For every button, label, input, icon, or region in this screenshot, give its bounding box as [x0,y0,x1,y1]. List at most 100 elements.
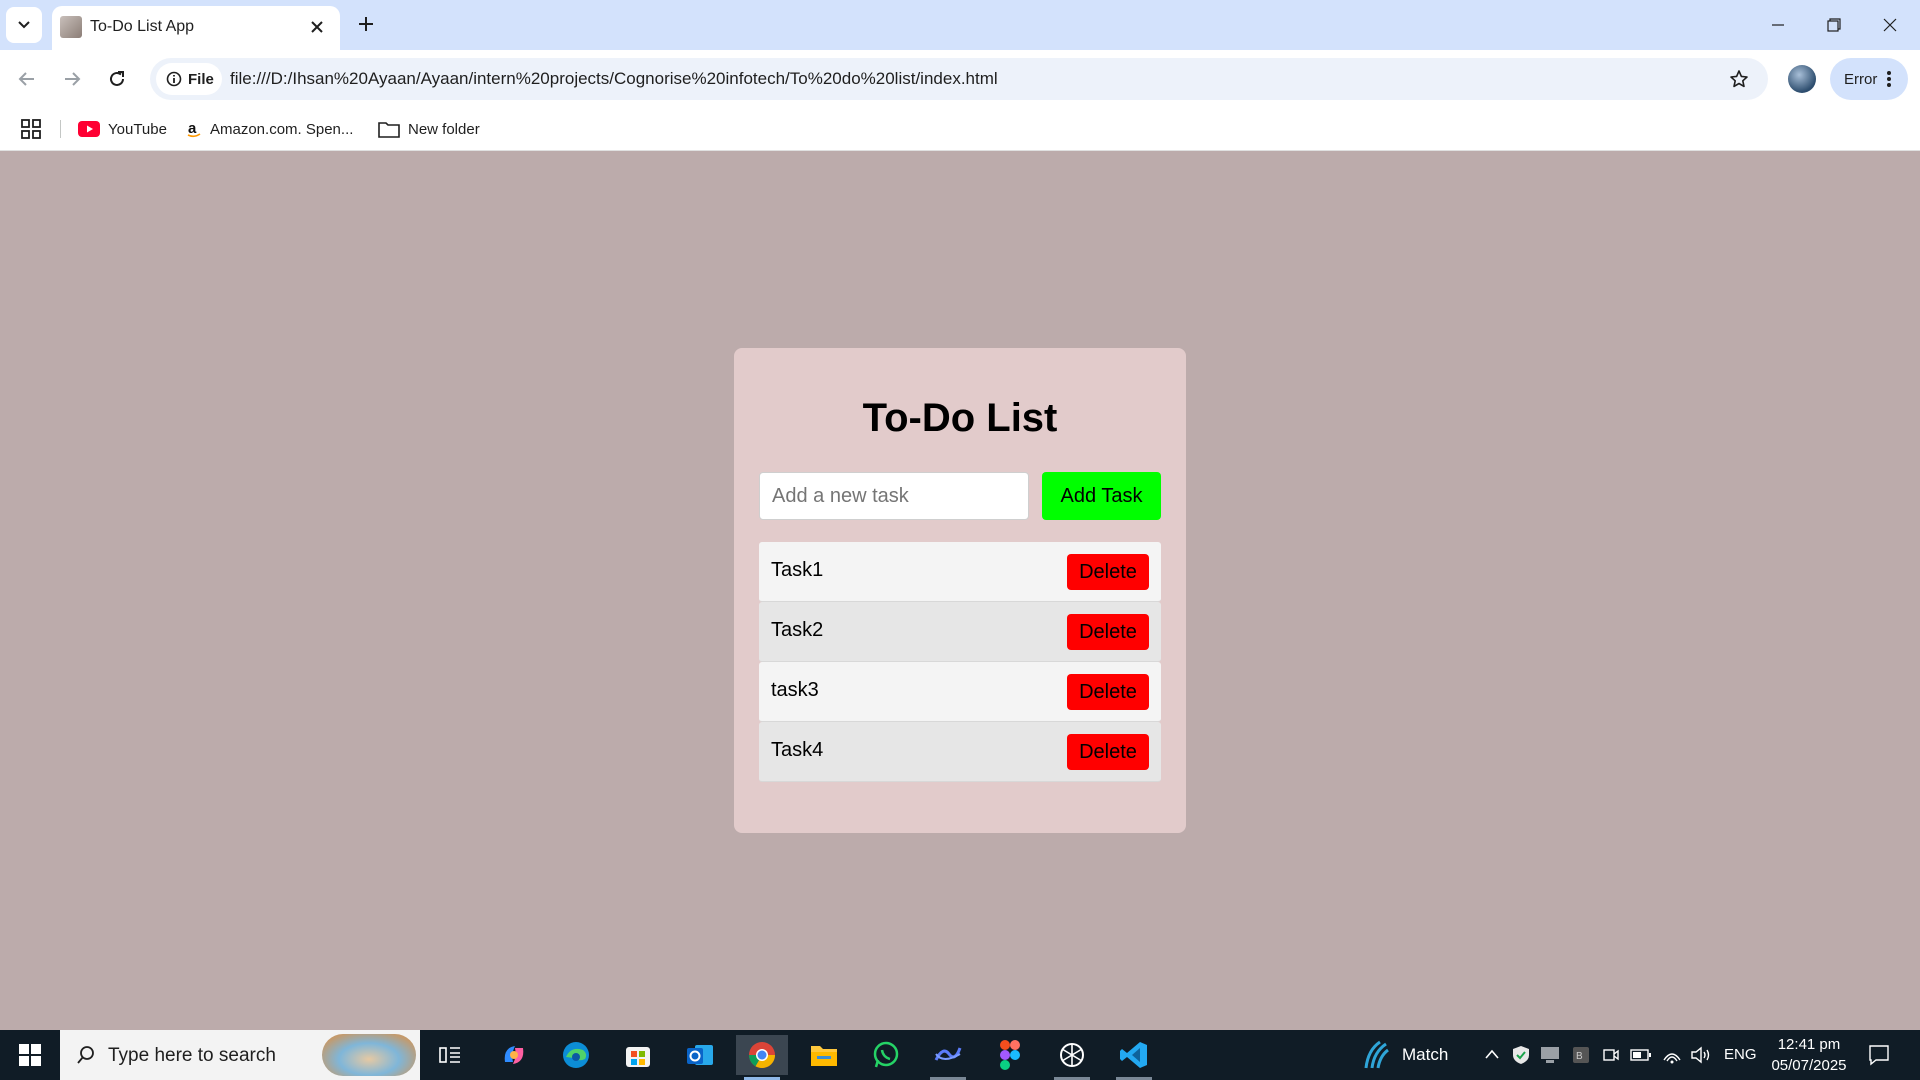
store-icon [626,1047,650,1067]
youtube-icon [78,121,100,137]
reload-button[interactable] [100,62,134,96]
arrow-right-icon [65,72,81,86]
task-item: Task4 Delete [759,722,1161,782]
browser-tab[interactable]: To-Do List App [52,6,340,50]
notifications-icon[interactable] [1868,1044,1890,1066]
clock[interactable]: 12:41 pm 05/07/2025 [1766,1034,1852,1076]
todo-card: To-Do List Add Task Task1 Delete Task2 D… [734,348,1186,833]
figma-app[interactable] [984,1035,1036,1075]
taskbar-search[interactable]: Type here to search [60,1030,420,1080]
chevron-up-icon[interactable] [1484,1048,1500,1060]
search-highlight-image [322,1034,416,1076]
clock-date: 05/07/2025 [1771,1057,1847,1074]
bookmark-star-button[interactable] [1724,64,1754,94]
task-item: Task2 Delete [759,602,1161,662]
delete-task-button[interactable]: Delete [1067,614,1149,650]
file-explorer-app[interactable] [798,1035,850,1075]
chatgpt-app[interactable] [1046,1035,1098,1080]
tab-search-button[interactable] [6,7,42,43]
arrow-left-icon [18,72,34,86]
profile-avatar[interactable] [1788,65,1816,93]
figma-icon [1000,1040,1020,1070]
vscode-app[interactable] [1108,1035,1160,1080]
copilot-app[interactable] [488,1035,540,1075]
page-favicon-icon [60,16,82,38]
language-indicator[interactable]: ENG [1724,1046,1757,1063]
browser-toolbar: File file:///D:/Ihsan%20Ayaan/Ayaan/inte… [0,50,1920,108]
new-tab-button[interactable] [350,8,382,40]
display-icon[interactable] [1540,1046,1560,1064]
more-vert-icon [1887,71,1892,87]
site-info-chip[interactable]: File [156,63,222,95]
bookmark-amazon[interactable]: a Amazon.com. Spen... [186,116,353,142]
delete-task-button[interactable]: Delete [1067,674,1149,710]
profile-error-chip[interactable]: Error [1830,58,1908,100]
chevron-down-icon [18,21,30,29]
restore-icon [1827,18,1841,32]
apps-grid-icon[interactable] [20,118,42,140]
wifi-icon[interactable] [1662,1046,1682,1064]
reload-icon [110,71,124,86]
forward-button[interactable] [55,62,89,96]
bookmarks-bar: YouTube a Amazon.com. Spen... New folder [0,108,1920,151]
amazon-icon: a [187,120,201,138]
edge-icon [563,1042,589,1068]
task-view-button[interactable] [424,1035,476,1075]
add-task-button[interactable]: Add Task [1042,472,1161,520]
back-button[interactable] [10,62,44,96]
app-tray-icon[interactable]: B [1572,1046,1590,1064]
search-icon [77,1046,94,1064]
chrome-icon [748,1042,776,1069]
chrome-app[interactable] [736,1035,788,1080]
weather-match-icon[interactable] [1362,1040,1390,1070]
weather-label[interactable]: Match [1402,1045,1448,1065]
folder-icon [811,1046,837,1066]
svg-text:a: a [188,120,197,137]
edge-app[interactable] [550,1035,602,1075]
delete-task-button[interactable]: Delete [1067,734,1149,770]
close-window-button[interactable] [1862,0,1918,50]
site-info-label: File [188,70,214,88]
outlook-app[interactable] [674,1035,726,1075]
new-task-input[interactable] [759,472,1029,520]
task-item: Task1 Delete [759,542,1161,602]
address-bar[interactable]: File file:///D:/Ihsan%20Ayaan/Ayaan/inte… [150,58,1768,100]
windows-logo-icon [19,1044,41,1066]
tab-strip: To-Do List App [0,0,1920,50]
vscode-icon [1120,1042,1147,1068]
task-label: Task1 [771,559,824,581]
clock-time: 12:41 pm [1777,1036,1841,1053]
task-label: Task2 [771,619,824,641]
plus-icon [359,17,373,31]
task-list: Task1 Delete Task2 Delete task3 Delete T… [759,542,1161,782]
whatsapp-app[interactable] [860,1035,912,1075]
url-text[interactable]: file:///D:/Ihsan%20Ayaan/Ayaan/intern%20… [230,69,998,89]
ms-store-app[interactable] [612,1035,664,1075]
info-icon [166,71,182,87]
openai-icon [1060,1043,1084,1067]
bookmark-label: YouTube [108,120,167,138]
close-icon [1883,18,1897,32]
start-button[interactable] [0,1030,60,1080]
battery-icon[interactable] [1630,1048,1652,1062]
folder-icon [378,122,400,138]
copilot-chat-app[interactable] [922,1035,974,1080]
restore-button[interactable] [1806,0,1862,50]
close-icon [311,21,323,33]
speaker-icon[interactable] [1690,1046,1712,1064]
bookmark-label: Amazon.com. Spen... [210,120,354,138]
bookmark-youtube[interactable]: YouTube [78,116,167,142]
copilot-icon [504,1046,524,1064]
delete-task-button[interactable]: Delete [1067,554,1149,590]
task-label: task3 [771,679,819,701]
tab-title: To-Do List App [90,18,195,35]
search-placeholder: Type here to search [108,1045,276,1066]
minimize-button[interactable] [1750,0,1806,50]
task-view-icon [439,1047,460,1063]
svg-text:B: B [1576,1051,1583,1062]
sparkle-app-icon [934,1047,962,1061]
tab-close-button[interactable] [304,14,330,40]
meet-now-icon[interactable] [1602,1046,1620,1064]
shield-icon[interactable] [1512,1045,1530,1065]
bookmark-new-folder[interactable]: New folder [378,116,480,142]
